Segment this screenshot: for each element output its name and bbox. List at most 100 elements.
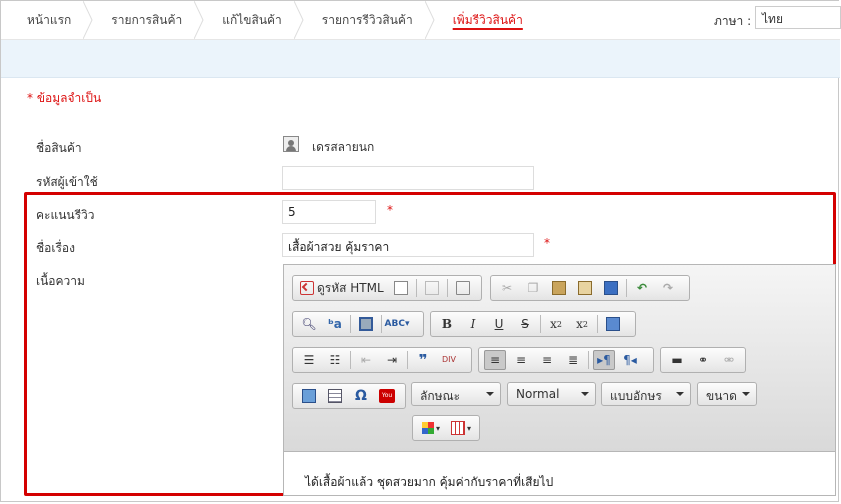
styles-combo[interactable]: ลักษณะ	[411, 382, 501, 406]
paste-icon[interactable]	[548, 278, 570, 298]
chevron-down-icon	[742, 392, 750, 396]
breadcrumb-label: รายการรีวิวสินค้า	[321, 12, 413, 27]
breadcrumb-separator	[194, 1, 204, 39]
toolbar-group-paragraph: ☰ ☷ ⇤ ⇥ ❞ DIV	[292, 347, 472, 373]
review-content-label: เนื้อความ	[36, 274, 85, 288]
editor-content[interactable]: ได้เสื้อผ้าแล้ว ชุดสวยมาก คุ้มค่ากับราคา…	[305, 473, 553, 492]
review-title-label: ชื่อเรื่อง	[36, 241, 75, 255]
new-page-icon[interactable]	[390, 278, 412, 298]
replace-icon[interactable]: ᵇa	[324, 314, 346, 334]
superscript-button[interactable]: x2	[571, 314, 593, 334]
source-button[interactable]: ดูรหัส HTML	[296, 278, 388, 298]
breadcrumb-product-list[interactable]: รายการสินค้า	[93, 1, 204, 39]
bold-button[interactable]: B	[436, 314, 458, 334]
preview-icon[interactable]	[452, 278, 474, 298]
align-right-icon[interactable]: ≡	[536, 350, 558, 370]
review-score-label: คะแนนรีวิว	[36, 208, 95, 222]
product-name-label: ชื่อสินค้า	[36, 141, 82, 155]
strike-button[interactable]: S	[514, 314, 536, 334]
product-name-value: เดรสลายนก	[312, 140, 375, 154]
indent-icon[interactable]: ⇥	[381, 350, 403, 370]
rtl-direction-icon[interactable]: ¶◂	[619, 350, 641, 370]
breadcrumb-separator	[424, 1, 435, 39]
breadcrumb-label: แก้ไขสินค้า	[222, 12, 282, 27]
font-combo[interactable]: แบบอักษร	[601, 382, 691, 406]
link-icon[interactable]: ⚭	[692, 350, 714, 370]
bulleted-list-icon[interactable]: ☷	[324, 350, 346, 370]
align-justify-icon[interactable]: ≣	[562, 350, 584, 370]
unlink-icon[interactable]: ⚮	[718, 350, 740, 370]
breadcrumb-separator	[293, 1, 304, 39]
language-select[interactable]: ไทย	[755, 6, 841, 29]
breadcrumb-add-review[interactable]: เพิ่มรีวิวสินค้า	[435, 1, 545, 39]
copy-icon[interactable]: ❐	[522, 278, 544, 298]
chevron-down-icon	[486, 392, 494, 396]
required-note: * ข้อมูลจำเป็น	[27, 91, 102, 105]
numbered-list-icon[interactable]: ☰	[298, 350, 320, 370]
toolbar-group-insert: Ω You	[292, 383, 406, 409]
cut-icon[interactable]: ✂	[496, 278, 518, 298]
toolbar-separator	[350, 315, 351, 333]
toolbar-separator	[540, 315, 541, 333]
toolbar-separator	[407, 351, 408, 369]
select-all-icon[interactable]	[355, 314, 377, 334]
paste-text-icon[interactable]	[574, 278, 596, 298]
breadcrumb-edit-product[interactable]: แก้ไขสินค้า	[204, 1, 304, 39]
blockquote-icon[interactable]: ❞	[412, 350, 434, 370]
underline-button[interactable]: U	[488, 314, 510, 334]
toolbar-group-document: ดูรหัส HTML	[292, 275, 482, 301]
redo-icon[interactable]: ↷	[657, 278, 679, 298]
special-char-icon[interactable]: Ω	[350, 386, 372, 406]
breadcrumb-label: เพิ่มรีวิวสินค้า	[452, 12, 523, 27]
subscript-button[interactable]: x2	[545, 314, 567, 334]
language-bar	[1, 40, 840, 78]
align-center-icon[interactable]: ≡	[510, 350, 532, 370]
ltr-direction-icon[interactable]: ▸¶	[593, 350, 615, 370]
required-star: *	[387, 203, 393, 217]
breadcrumb-separator	[83, 1, 93, 39]
spellcheck-icon[interactable]: ABC▾	[385, 314, 410, 334]
toolbar-separator	[626, 279, 627, 297]
toolbar-separator	[446, 279, 448, 297]
font-combo-label: แบบอักษร	[610, 389, 662, 403]
breadcrumb-home[interactable]: หน้าแรก	[1, 1, 93, 39]
size-combo[interactable]: ขนาด	[697, 382, 757, 406]
editor-toolbar: ดูรหัส HTML ✂ ❐ ↶ ↷ 🔍︎ ᵇa ABC▾ B I U S x…	[284, 265, 835, 452]
user-id-input[interactable]	[282, 166, 534, 190]
rich-text-editor: ดูรหัส HTML ✂ ❐ ↶ ↷ 🔍︎ ᵇa ABC▾ B I U S x…	[283, 264, 836, 496]
source-icon	[300, 281, 314, 295]
toolbar-separator	[381, 315, 382, 333]
outdent-icon[interactable]: ⇤	[355, 350, 377, 370]
toolbar-separator	[350, 351, 351, 369]
paste-word-icon[interactable]	[600, 278, 622, 298]
toolbar-group-clipboard: ✂ ❐ ↶ ↷	[490, 275, 690, 301]
div-container-icon[interactable]: DIV	[438, 350, 460, 370]
text-color-icon[interactable]: ▾	[418, 418, 444, 438]
remove-format-icon[interactable]	[602, 314, 624, 334]
review-title-input[interactable]: เสื้อผ้าสวย คุ้มราคา	[282, 233, 534, 257]
review-score-input[interactable]: 5	[282, 200, 376, 224]
find-icon[interactable]: 🔍︎	[298, 314, 320, 334]
user-id-label: รหัสผู้เข้าใช้	[36, 175, 98, 189]
format-combo[interactable]: Normal	[507, 382, 596, 406]
breadcrumb-review-list[interactable]: รายการรีวิวสินค้า	[304, 1, 435, 39]
templates-icon[interactable]	[421, 278, 443, 298]
chevron-down-icon	[581, 392, 589, 396]
table-grid-icon[interactable]: ▾	[448, 418, 474, 438]
anchor-icon[interactable]: ▬	[666, 350, 688, 370]
toolbar-group-links: ▬ ⚭ ⚮	[660, 347, 746, 373]
toolbar-group-colors: ▾ ▾	[412, 415, 480, 441]
table-icon[interactable]	[324, 386, 346, 406]
toolbar-group-basicstyles: B I U S x2 x2	[430, 311, 636, 337]
language-label: ภาษา :	[714, 14, 752, 28]
toolbar-separator	[597, 315, 598, 333]
product-avatar-icon	[283, 136, 299, 152]
undo-icon[interactable]: ↶	[631, 278, 653, 298]
toolbar-separator	[415, 279, 417, 297]
align-left-icon[interactable]: ≡	[484, 350, 506, 370]
italic-button[interactable]: I	[462, 314, 484, 334]
required-star: *	[544, 236, 550, 250]
image-icon[interactable]	[298, 386, 320, 406]
size-combo-label: ขนาด	[706, 389, 737, 403]
youtube-icon[interactable]: You	[376, 386, 398, 406]
